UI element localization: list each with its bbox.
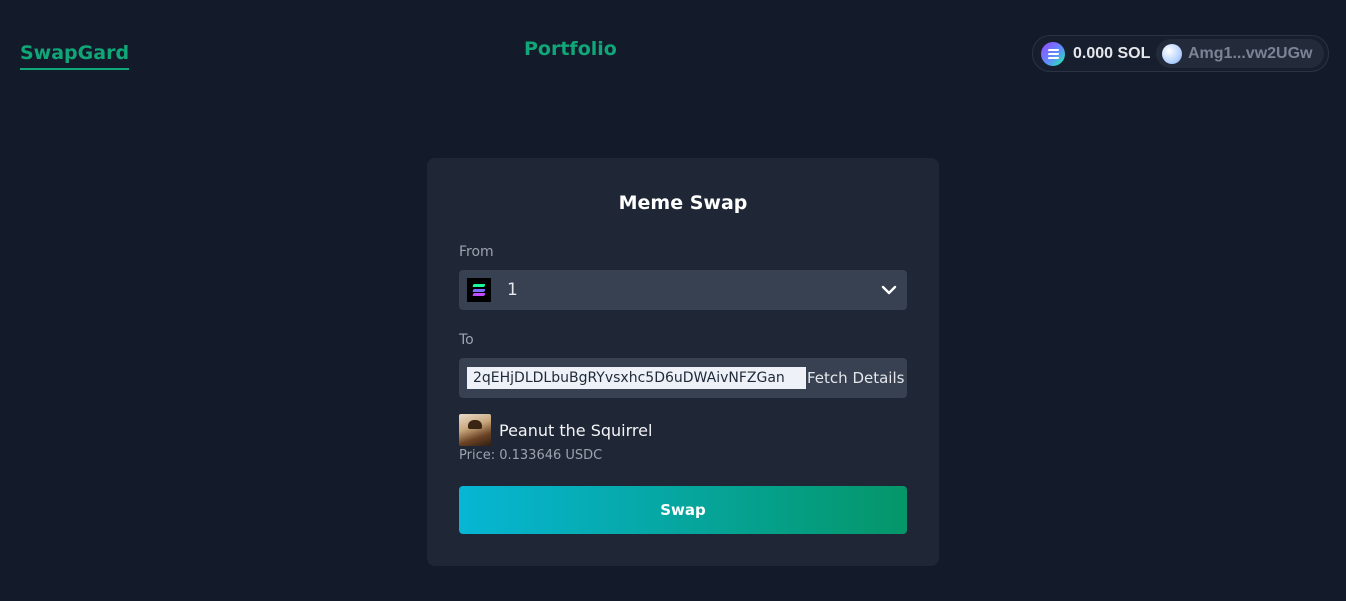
card-title: Meme Swap [618, 192, 748, 214]
top-nav: SwapGard Portfolio 0.000 SOL Amg1...vw2U… [0, 0, 1346, 110]
swap-button[interactable]: Swap [459, 486, 907, 534]
wallet-address: Amg1...vw2UGw [1188, 44, 1313, 62]
token-price: Price: 0.133646 USDC [459, 448, 603, 463]
chevron-down-icon [881, 285, 897, 295]
from-token-select[interactable]: 1 [459, 270, 907, 310]
solana-icon [467, 278, 491, 302]
token-image [459, 414, 491, 446]
solana-icon [1041, 41, 1065, 66]
wallet-widget: 0.000 SOL Amg1...vw2UGw [1032, 35, 1329, 72]
wallet-address-button[interactable]: Amg1...vw2UGw [1156, 39, 1324, 68]
token-info: Peanut the Squirrel [459, 414, 652, 446]
to-label: To [459, 332, 474, 348]
fetch-details-button[interactable]: Fetch Details [807, 369, 904, 387]
from-token-value: 1 [507, 280, 518, 300]
brand-link[interactable]: SwapGard [20, 42, 130, 70]
to-address-input[interactable] [467, 367, 806, 389]
portfolio-link[interactable]: Portfolio [524, 38, 617, 60]
swap-card: Meme Swap From 1 To Fetch Details Peanut… [427, 158, 939, 566]
sol-balance: 0.000 SOL [1073, 44, 1151, 62]
from-label: From [459, 244, 494, 260]
token-name: Peanut the Squirrel [499, 420, 653, 440]
to-field: Fetch Details [459, 358, 907, 398]
wallet-avatar-icon [1162, 43, 1182, 64]
